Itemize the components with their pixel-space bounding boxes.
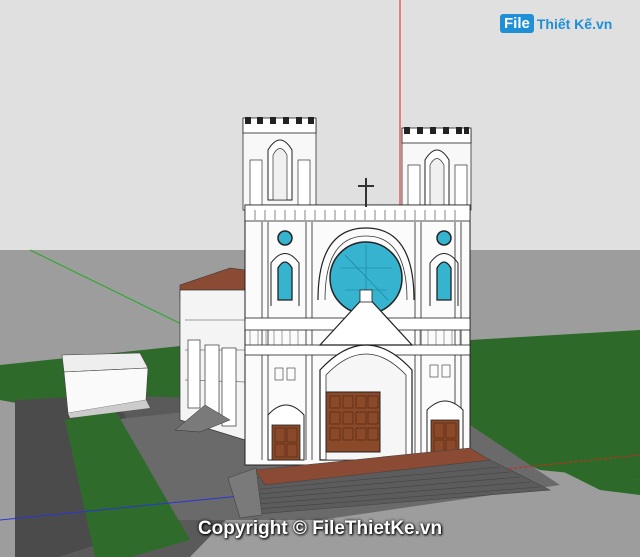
logo-file-badge: File bbox=[500, 14, 534, 33]
church-3d-model-icon[interactable] bbox=[0, 0, 640, 557]
left-door bbox=[271, 424, 301, 461]
sketchup-viewport[interactable]: File Thiết Kế.vn Copyright © FileThietKe… bbox=[0, 0, 640, 557]
copyright-watermark: Copyright © FileThietKe.vn bbox=[197, 518, 443, 539]
site-logo: File Thiết Kế.vn bbox=[500, 14, 612, 33]
church-facade bbox=[244, 178, 471, 466]
left-tower bbox=[242, 117, 317, 211]
logo-text: Thiết Kế.vn bbox=[536, 15, 613, 32]
right-tower bbox=[401, 127, 472, 211]
